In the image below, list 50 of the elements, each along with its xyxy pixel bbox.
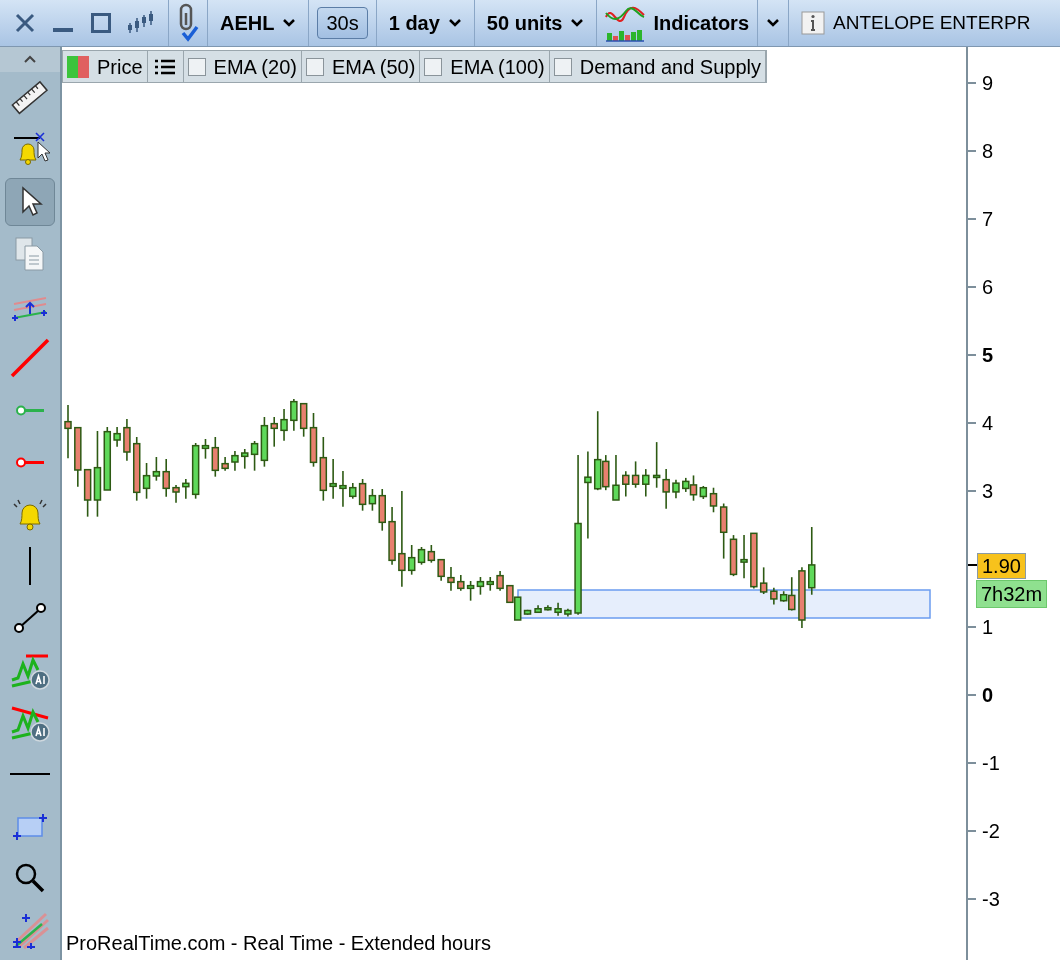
axis-label: 8 bbox=[982, 139, 994, 163]
checkbox[interactable] bbox=[187, 57, 206, 76]
fan-lines-icon bbox=[10, 910, 50, 950]
axis-label: 4 bbox=[982, 411, 994, 435]
indicator-toggle[interactable]: Demand and Supply bbox=[549, 51, 766, 82]
checkbox[interactable] bbox=[553, 57, 572, 76]
period-dropdown[interactable]: 1 day bbox=[376, 0, 475, 46]
indicator-toggle[interactable]: EMA (20) bbox=[183, 51, 302, 82]
maximize-button[interactable] bbox=[88, 10, 114, 36]
caret-icon bbox=[570, 18, 585, 28]
tool-button[interactable] bbox=[5, 178, 55, 226]
maximize-icon bbox=[91, 13, 111, 33]
ray-icon bbox=[15, 456, 45, 468]
ray-icon bbox=[15, 404, 45, 416]
list-icon bbox=[155, 58, 176, 75]
symbol-dropdown[interactable]: AEHL bbox=[208, 0, 310, 46]
price-label: Price bbox=[97, 54, 143, 80]
axis-label: 1 bbox=[982, 615, 994, 639]
caret-icon bbox=[447, 18, 462, 28]
axis-label: 3 bbox=[982, 479, 994, 503]
vertical-line-icon bbox=[28, 547, 32, 585]
countdown-badge: 7h32m bbox=[976, 580, 1048, 608]
units-dropdown[interactable]: 50 units bbox=[474, 0, 598, 46]
company-name: ANTELOPE ENTERPR bbox=[833, 10, 1031, 35]
axis-label: 9 bbox=[982, 71, 994, 95]
axis-label: 6 bbox=[982, 275, 994, 299]
axis-label: 0 bbox=[982, 683, 994, 707]
axis-label: -1 bbox=[982, 751, 1000, 775]
axis-label: 7 bbox=[982, 207, 994, 231]
link-check-icon bbox=[177, 3, 199, 43]
checkbox[interactable] bbox=[424, 57, 443, 76]
close-icon bbox=[14, 12, 36, 34]
indicators-button[interactable]: Indicators bbox=[597, 0, 758, 46]
data-source-note: ProRealTime.com - Real Time - Extended hours bbox=[66, 931, 491, 956]
axis-label: 5 bbox=[982, 343, 994, 367]
info-icon[interactable] bbox=[801, 11, 825, 35]
caret-icon bbox=[282, 18, 297, 28]
chevron-up-icon bbox=[23, 55, 37, 64]
axis-label: -3 bbox=[982, 887, 1000, 911]
indicator-toggle[interactable]: EMA (50) bbox=[301, 51, 421, 82]
axis-label: -2 bbox=[982, 819, 1000, 843]
price-color-icon bbox=[67, 55, 89, 78]
interval-button[interactable]: 30s bbox=[317, 7, 368, 39]
indicator-toggle[interactable]: EMA (100) bbox=[420, 51, 550, 82]
last-price-badge: 1.90 bbox=[977, 553, 1026, 579]
caret-icon bbox=[766, 18, 780, 28]
checkbox[interactable] bbox=[305, 57, 324, 76]
horizontal-line-icon bbox=[10, 772, 50, 776]
trend-line-icon bbox=[10, 338, 50, 378]
minimize-icon bbox=[53, 28, 73, 32]
